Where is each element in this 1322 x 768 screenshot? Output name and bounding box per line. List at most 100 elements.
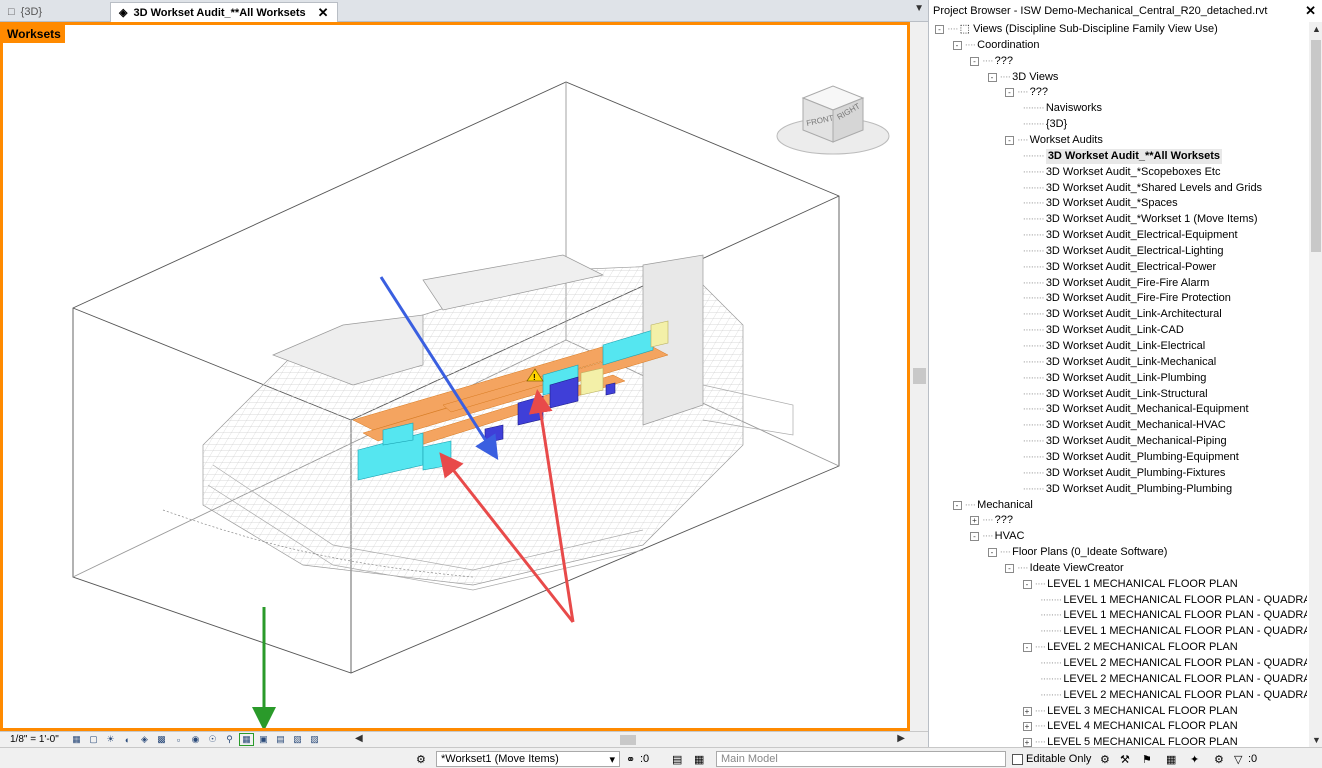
scroll-down-icon[interactable]: ▼ <box>1312 735 1321 745</box>
collapse-icon[interactable]: - <box>1005 135 1014 145</box>
active-workset-dropdown[interactable]: *Workset1 (Move Items) ▾ <box>436 751 620 767</box>
tree-item[interactable]: - ···· LEVEL 1 MECHANICAL FLOOR PLAN <box>1022 577 1238 592</box>
drag-elements-icon[interactable]: ✦ <box>1190 751 1199 767</box>
tree-item[interactable]: ········ 3D Workset Audit_*Workset 1 (Mov… <box>1023 212 1258 227</box>
tree-item[interactable]: ········ 3D Workset Audit_Electrical-Equi… <box>1023 228 1238 243</box>
close-browser-icon[interactable]: ✕ <box>1305 3 1316 19</box>
view-horizontal-scrollbar[interactable]: ◀ ▶ <box>355 733 905 746</box>
tree-item[interactable]: + ···· LEVEL 4 MECHANICAL FLOOR PLAN <box>1022 719 1238 734</box>
tab-3d[interactable]: □ {3D} <box>0 2 50 22</box>
tree-item[interactable]: ········ Navisworks <box>1023 101 1103 116</box>
tree-item[interactable]: ········ 3D Workset Audit_Electrical-Ligh… <box>1023 244 1224 259</box>
tree-item[interactable]: ········ 3D Workset Audit_Link-Mechanical <box>1023 355 1217 370</box>
detail-level-icon[interactable]: ▦ <box>70 734 83 745</box>
show-crop-icon[interactable]: ▫ <box>172 734 185 745</box>
worksets-icon[interactable]: ⚙ <box>416 751 426 767</box>
tree-item[interactable]: ········ 3D Workset Audit_Mechanical-Pipi… <box>1023 434 1227 449</box>
tree-item[interactable]: ········ 3D Workset Audit_*Spaces <box>1023 196 1178 211</box>
rendering-icon[interactable]: ◈ <box>138 734 151 745</box>
lock-3d-view-icon[interactable]: ◉ <box>189 734 202 745</box>
scroll-right-icon[interactable]: ▶ <box>897 733 905 744</box>
design-options-icon[interactable]: ▤ <box>672 751 682 767</box>
tree-item[interactable]: ········ LEVEL 2 MECHANICAL FLOOR PLAN - … <box>1040 672 1307 687</box>
select-by-face-icon[interactable]: ▦ <box>1166 751 1176 767</box>
select-underlay-icon[interactable]: ⚒ <box>1120 751 1130 767</box>
tree-item[interactable]: - ····??? <box>970 54 1013 69</box>
tree-item[interactable]: - ···· 3D Views <box>987 70 1058 85</box>
collapse-icon[interactable]: - <box>970 532 979 542</box>
tree-item[interactable]: - ···· Coordination <box>952 38 1040 53</box>
scroll-thumb[interactable] <box>620 735 636 745</box>
crop-view-icon[interactable]: ▩ <box>155 734 168 745</box>
analytical-model-icon[interactable]: ▤ <box>274 734 287 745</box>
tree-item[interactable]: ········ 3D Workset Audit_Plumbing-Plumbi… <box>1023 482 1233 497</box>
collapse-icon[interactable]: - <box>1022 643 1032 653</box>
tree-item[interactable]: + ····??? <box>970 513 1013 528</box>
view-vertical-scrollbar[interactable] <box>911 22 928 731</box>
tree-item[interactable]: ········ 3D Workset Audit_Link-Electrical <box>1023 339 1206 354</box>
tree-item[interactable]: ········ 3D Workset Audit_Link-Architectu… <box>1023 307 1222 322</box>
collapse-icon[interactable]: - <box>935 25 944 34</box>
shadows-icon[interactable]: ◐ <box>121 734 134 745</box>
scroll-left-icon[interactable]: ◀ <box>355 733 363 744</box>
tab-menu-icon[interactable]: ▼ <box>914 3 924 14</box>
expand-icon[interactable]: + <box>970 516 979 526</box>
collapse-icon[interactable]: - <box>987 72 997 82</box>
design-option-dropdown[interactable]: Main Model <box>716 751 1006 767</box>
tree-item[interactable]: - ···· Mechanical <box>952 498 1033 513</box>
editable-only-checkbox[interactable]: Editable Only <box>1012 751 1091 767</box>
tree-item[interactable]: ········ {3D} <box>1023 117 1068 132</box>
tree-item[interactable]: ········ 3D Workset Audit_Link-Structural <box>1023 387 1208 402</box>
tree-item[interactable]: - ···· ⬚ Views (Discipline Sub-Discipline F… <box>935 22 1218 37</box>
expand-icon[interactable]: + <box>1022 738 1032 747</box>
tree-item[interactable]: - ···· LEVEL 2 MECHANICAL FLOOR PLAN <box>1022 640 1238 655</box>
tree-item[interactable]: ········ 3D Workset Audit_Link-CAD <box>1023 323 1184 338</box>
tree-item[interactable]: + ···· LEVEL 3 MECHANICAL FLOOR PLAN <box>1022 704 1238 719</box>
tab-workset-audit[interactable]: ◈ 3D Workset Audit_**All Worksets ✕ <box>110 2 338 22</box>
highlight-displacement-icon[interactable]: ▧ <box>291 734 304 745</box>
scroll-thumb[interactable] <box>913 368 926 384</box>
close-tab-icon[interactable]: ✕ <box>318 5 329 21</box>
select-links-icon[interactable]: ⚭ <box>626 751 635 767</box>
worksharing-display-icon[interactable]: ▦ <box>239 733 254 746</box>
collapse-icon[interactable]: - <box>1005 88 1014 98</box>
checkbox-box[interactable] <box>1012 753 1023 765</box>
tree-item[interactable]: - ···· Floor Plans (0_Ideate Software) <box>987 545 1167 560</box>
reveal-constraints-icon[interactable]: ▨ <box>308 734 321 745</box>
tree-item[interactable]: ········ 3D Workset Audit_Fire-Fire Prote… <box>1023 291 1231 306</box>
temporary-hide-icon[interactable]: ☉ <box>206 734 219 745</box>
tree-item[interactable]: - ···· Workset Audits <box>1005 133 1103 148</box>
tree-item[interactable]: ········ LEVEL 1 MECHANICAL FLOOR PLAN - … <box>1040 624 1307 639</box>
collapse-icon[interactable]: - <box>987 548 997 558</box>
select-pinned-icon[interactable]: ⚑ <box>1142 751 1152 767</box>
tree-item[interactable]: - ····??? <box>1005 85 1048 100</box>
collapse-icon[interactable]: - <box>952 500 962 510</box>
tree-item[interactable]: ········ 3D Workset Audit_**All Worksets <box>1023 148 1222 164</box>
browser-vertical-scrollbar[interactable]: ▲ ▼ <box>1309 22 1322 747</box>
tree-item[interactable]: ········ LEVEL 1 MECHANICAL FLOOR PLAN - … <box>1040 593 1307 608</box>
tree-item[interactable]: ········ LEVEL 1 MECHANICAL FLOOR PLAN - … <box>1040 608 1307 623</box>
collapse-icon[interactable]: - <box>1022 579 1032 589</box>
background-processes-icon[interactable]: ⚙ <box>1214 751 1224 767</box>
view-scale[interactable]: 1/8" = 1'-0" <box>0 734 68 745</box>
reveal-hidden-icon[interactable]: ⚲ <box>223 734 236 745</box>
tree-item[interactable]: ········ 3D Workset Audit_Plumbing-Equipm… <box>1023 450 1239 465</box>
tree-item[interactable]: ········ 3D Workset Audit_Link-Plumbing <box>1023 371 1207 386</box>
expand-icon[interactable]: + <box>1022 706 1032 716</box>
design-options-icon-2[interactable]: ▦ <box>694 751 704 767</box>
filter-icon[interactable]: ▽ <box>1234 751 1242 767</box>
collapse-icon[interactable]: - <box>952 40 962 50</box>
3d-view-canvas[interactable]: ! Worksets FRONT RIGHT <box>0 22 910 731</box>
tree-item[interactable]: ········ 3D Workset Audit_Mechanical-HVAC <box>1023 418 1226 433</box>
tree-item[interactable]: ········ 3D Workset Audit_Fire-Fire Alarm <box>1023 276 1210 291</box>
tree-item[interactable]: ········ LEVEL 2 MECHANICAL FLOOR PLAN - … <box>1040 688 1307 703</box>
collapse-icon[interactable]: - <box>1005 563 1014 573</box>
tree-item[interactable]: ········ LEVEL 2 MECHANICAL FLOOR PLAN - … <box>1040 656 1307 671</box>
expand-icon[interactable]: + <box>1022 722 1032 732</box>
collapse-icon[interactable]: - <box>970 56 979 66</box>
select-links-toggle-icon[interactable]: ⚙ <box>1100 751 1110 767</box>
visual-style-icon[interactable]: ▢ <box>87 734 100 745</box>
scroll-thumb[interactable] <box>1311 40 1321 252</box>
tree-item[interactable]: - ···· HVAC <box>970 529 1024 544</box>
tree-item[interactable]: + ···· LEVEL 5 MECHANICAL FLOOR PLAN <box>1022 735 1238 747</box>
